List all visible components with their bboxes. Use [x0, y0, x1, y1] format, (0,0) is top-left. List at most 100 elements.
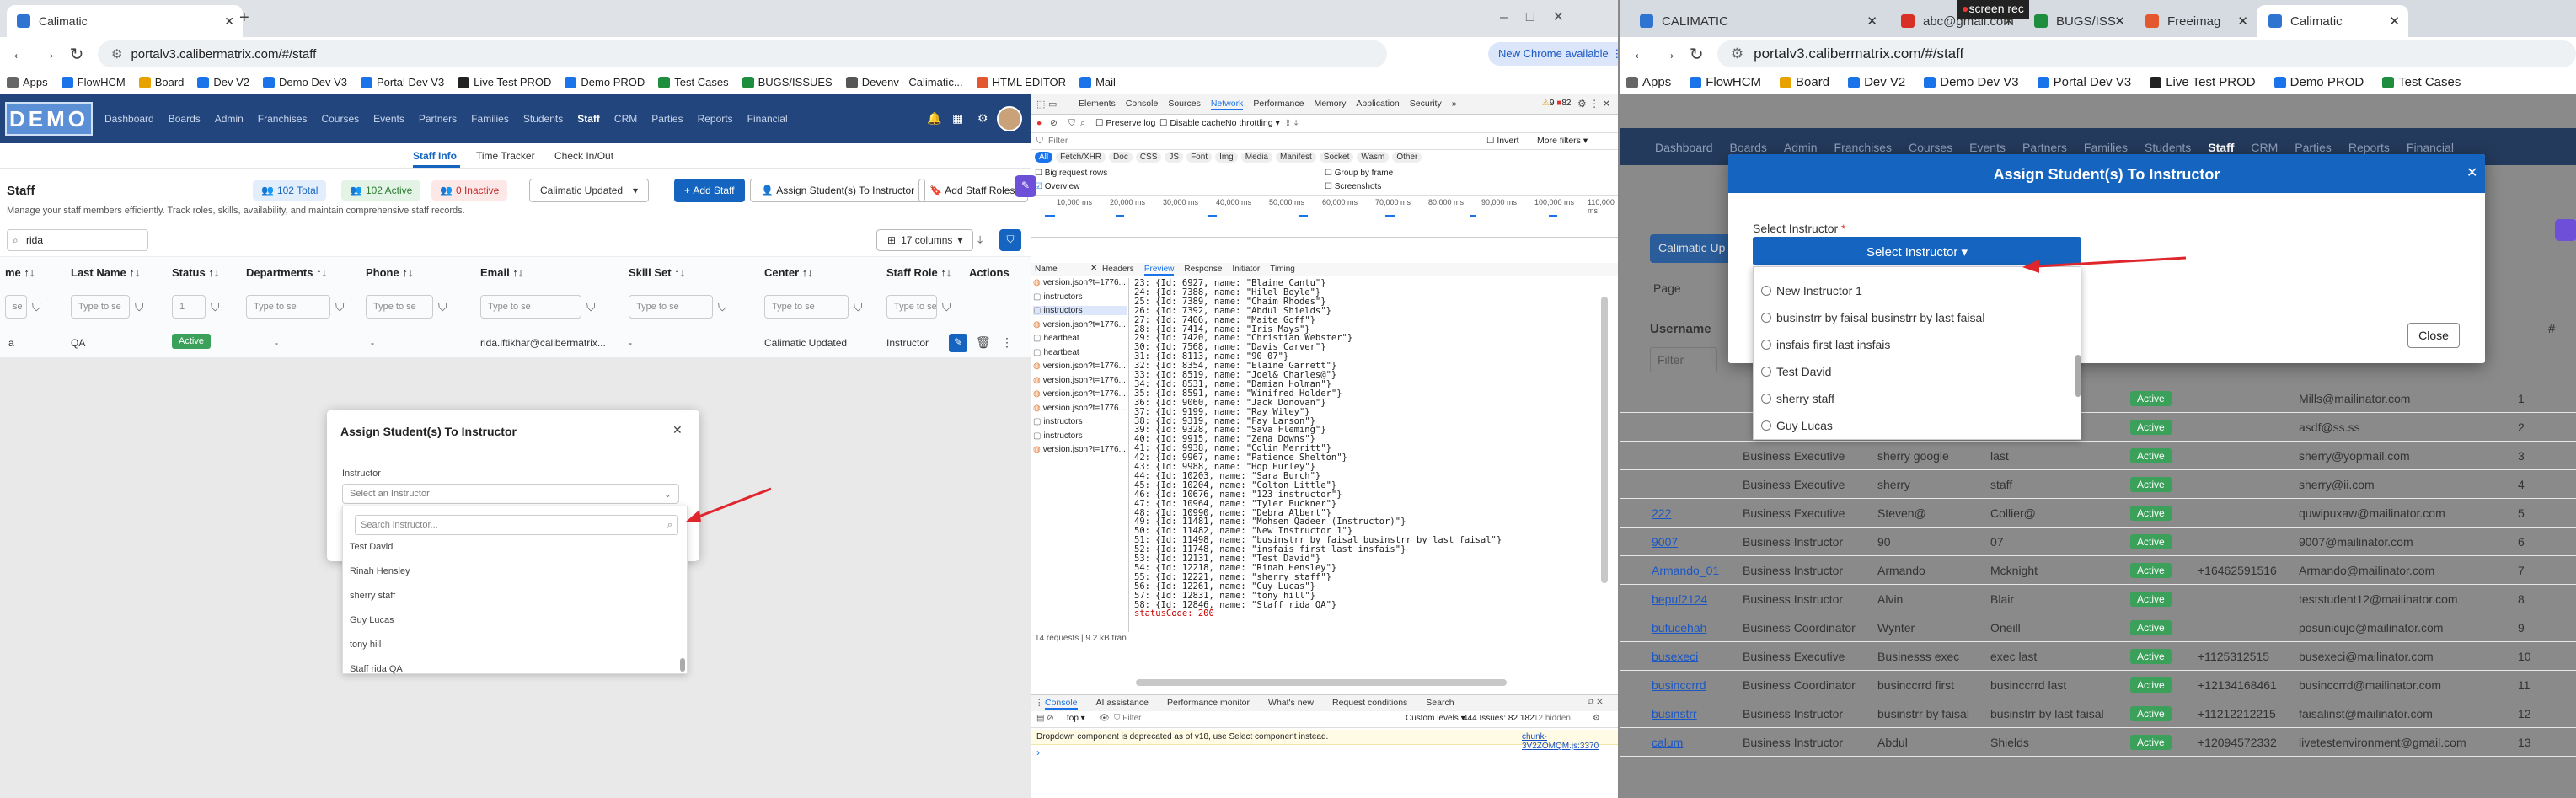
detail-tab-preview[interactable]: Preview [1143, 265, 1175, 276]
close-tab-icon[interactable]: ✕ [2237, 13, 2248, 29]
column-filter-input[interactable]: Type to se [886, 295, 937, 319]
nav-boards[interactable]: Boards [1730, 141, 1767, 154]
type-filter-manifest[interactable]: Manifest [1276, 152, 1316, 163]
bookmark-bugs-issues[interactable]: BUGS/ISSUES [742, 76, 833, 88]
nav-admin[interactable]: Admin [215, 113, 244, 125]
columns-toggle[interactable]: ⊞ 17 columns ▾ [876, 229, 974, 251]
type-filter-js[interactable]: JS [1165, 152, 1184, 163]
assign-students-button[interactable]: 👤 Assign Student(s) To Instructor [750, 179, 926, 202]
drawer-tab-search[interactable]: Search [1426, 698, 1454, 710]
nav-reports[interactable]: Reports [2348, 141, 2390, 154]
edit-extension-icon[interactable]: ✎ [1015, 175, 1036, 197]
nav-franchises[interactable]: Franchises [258, 113, 308, 125]
add-staff-button[interactable]: + Add Staff [674, 179, 745, 202]
type-filter-img[interactable]: Img [1215, 152, 1238, 163]
nav-events[interactable]: Events [373, 113, 404, 125]
nav-partners[interactable]: Partners [2022, 141, 2067, 154]
devtools-tab-sources[interactable]: Sources [1168, 99, 1201, 110]
clear-icon[interactable]: ⊘ [1050, 118, 1058, 128]
reload-icon[interactable]: ↻ [62, 40, 91, 68]
import-export-icon[interactable]: ⇪ ⤓ [1284, 118, 1298, 129]
table-row[interactable]: Armando_01 Business Instructor Armando Mckn… [1620, 556, 2576, 585]
devtools-tab-security[interactable]: Security [1410, 99, 1442, 110]
detail-tab-headers[interactable]: Headers [1102, 265, 1134, 276]
drawer-menu-icon[interactable]: ⋮ [1035, 698, 1044, 708]
radio-icon[interactable] [1761, 394, 1771, 404]
filter-icon[interactable]: ⛉ [586, 300, 596, 314]
instructor-option[interactable]: sherry staff [1761, 392, 1834, 405]
filter-icon[interactable]: ⛉ [32, 300, 41, 314]
nav-crm[interactable]: CRM [614, 113, 637, 125]
instructor-option[interactable]: Test David [1761, 365, 1831, 378]
bookmark-mail[interactable]: Mail [1079, 76, 1116, 88]
close-icon[interactable]: ✕ [2466, 164, 2477, 181]
radio-icon[interactable] [1761, 420, 1771, 431]
avatar[interactable] [997, 106, 1022, 131]
network-filter-input[interactable]: Filter [1048, 136, 1068, 146]
username-link[interactable]: bufucehah [1652, 621, 1706, 635]
type-filter-other[interactable]: Other [1392, 152, 1422, 163]
column-header-skill-set[interactable]: Skill Set ↑↓ [629, 266, 685, 279]
username-header[interactable]: Username [1650, 322, 1711, 336]
bookmark-flowhcm[interactable]: FlowHCM [1690, 75, 1761, 89]
filter-icon[interactable]: ⛉ [942, 300, 951, 314]
nav-courses[interactable]: Courses [321, 113, 359, 125]
bookmark-demo-prod[interactable]: Demo PROD [565, 76, 645, 88]
username-filter[interactable]: Filter [1650, 347, 1717, 372]
grid-icon[interactable]: ▦ [952, 111, 963, 126]
username-link[interactable]: bepuf2124 [1652, 592, 1707, 606]
eye-icon[interactable]: 👁 [1099, 714, 1110, 723]
column-header-status[interactable]: Status ↑↓ [172, 266, 219, 279]
calimatic-dropdown[interactable]: Calimatic Up [1650, 234, 1734, 263]
browser-tab-freeimag[interactable]: Freeimag ✕ [2134, 5, 2257, 37]
disable-cache-checkbox[interactable]: ☐ Disable cache [1159, 118, 1225, 128]
devtools-tab-performance[interactable]: Performance [1253, 99, 1304, 110]
type-filter-doc[interactable]: Doc [1109, 152, 1133, 163]
close-detail-icon[interactable]: ✕ [1090, 264, 1097, 273]
back-icon[interactable]: ← [1626, 40, 1654, 68]
bookmark-apps[interactable]: Apps [7, 76, 48, 88]
close-tab-icon[interactable]: ✕ [224, 14, 234, 29]
devtools-tab-elements[interactable]: Elements [1079, 99, 1116, 110]
nav-parties[interactable]: Parties [2295, 141, 2332, 154]
table-row[interactable]: bepuf2124 Business Instructor Alvin Blair Ac… [1620, 585, 2576, 613]
drawer-tab-console[interactable]: Console [1045, 698, 1078, 710]
nav-admin[interactable]: Admin [1784, 141, 1818, 154]
nav-financial[interactable]: Financial [747, 113, 788, 125]
dropdown-scrollbar[interactable] [680, 658, 685, 672]
column-filter-input[interactable]: Type to se [366, 295, 433, 319]
bookmark-portal-dev-v3[interactable]: Portal Dev V3 [2037, 75, 2131, 89]
horizontal-scrollbar[interactable] [1136, 679, 1507, 686]
column-header-last-name[interactable]: Last Name ↑↓ [71, 266, 140, 279]
nav-franchises[interactable]: Franchises [1834, 141, 1892, 154]
bookmark-flowhcm[interactable]: FlowHCM [61, 76, 126, 88]
column-header-email[interactable]: Email ↑↓ [480, 266, 523, 279]
forward-icon[interactable]: → [1654, 40, 1682, 68]
column-filter-input[interactable]: Type to se [764, 295, 849, 319]
new-chrome-available-button[interactable]: New Chrome available ⋮ [1488, 42, 1618, 66]
reload-icon[interactable]: ↻ [1683, 40, 1711, 68]
bookmark-apps[interactable]: Apps [1626, 75, 1671, 89]
search-input[interactable]: ⌕ rida [7, 229, 148, 251]
radio-icon[interactable] [1761, 313, 1771, 323]
column-header-staff-role[interactable]: Staff Role ↑↓ [886, 266, 951, 279]
request-row[interactable]: ▢ instructors [1033, 431, 1083, 441]
instructor-search-input[interactable]: Search instructor... ⌕ [355, 515, 678, 535]
bookmark-live-test-prod[interactable]: Live Test PROD [458, 76, 551, 88]
username-link[interactable]: businccrrd [1652, 678, 1706, 692]
nav-events[interactable]: Events [1969, 141, 2006, 154]
nav-reports[interactable]: Reports [698, 113, 733, 125]
drawer-tab-ai-assistance[interactable]: AI assistance [1096, 698, 1149, 710]
table-row[interactable]: bufucehah Business Coordinator Wynter Oneil… [1620, 613, 2576, 642]
username-link[interactable]: 9007 [1652, 535, 1678, 549]
username-link[interactable]: calum [1652, 736, 1683, 749]
type-filter-media[interactable]: Media [1240, 152, 1272, 163]
add-staff-roles-button[interactable]: 🔖 Add Staff Roles [918, 179, 1028, 202]
filter-icon[interactable]: ⛉ [335, 300, 345, 314]
type-filter-wasm[interactable]: Wasm [1357, 152, 1390, 163]
bookmark-dev-v2[interactable]: Dev V2 [197, 76, 249, 88]
console-filter-input[interactable]: ⛉ Filter [1114, 714, 1142, 723]
instructor-option[interactable]: Staff rida QA [350, 664, 403, 674]
instructor-option[interactable]: insfais first last insfais [1761, 338, 1890, 351]
column-filter-input[interactable]: se [5, 295, 27, 319]
